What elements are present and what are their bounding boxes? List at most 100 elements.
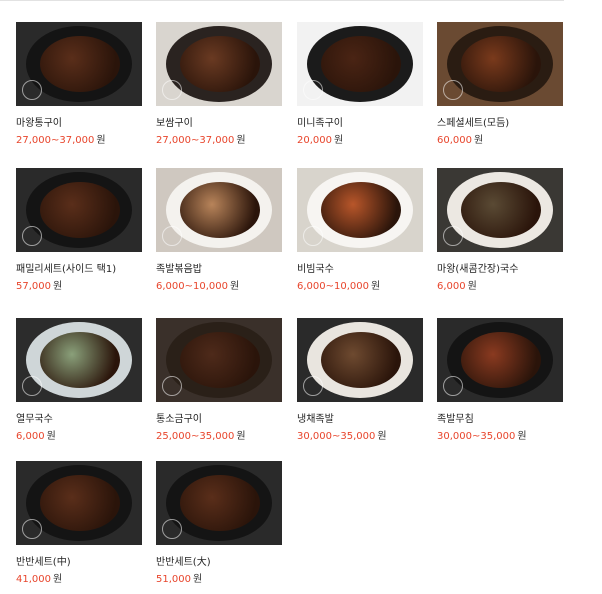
brand-stamp-icon [443,80,463,100]
menu-item-price: 6,000~10,000 원 [297,281,423,293]
price-value: 27,000~37,000 [156,135,235,146]
menu-item[interactable]: 반반세트(中) 41,000 원 [16,461,142,586]
brand-stamp-icon [443,226,463,246]
menu-item-name[interactable]: 비빔국수 [297,264,423,276]
price-value: 30,000~35,000 [297,431,376,442]
menu-item-price: 6,000 원 [16,431,142,443]
dish-food [180,332,260,388]
menu-item-name[interactable]: 반반세트(中) [16,557,142,569]
price-unit: 원 [46,431,56,442]
menu-item[interactable]: 반반세트(大) 51,000 원 [156,461,282,586]
dish-food [180,475,260,531]
menu-item-name[interactable]: 패밀리세트(사이드 택1) [16,264,142,276]
menu-item[interactable]: 스페셜세트(모듬) 60,000 원 [437,22,563,147]
menu-item-name[interactable]: 마왕통구이 [16,118,142,130]
price-unit: 원 [230,281,240,292]
menu-item[interactable]: 미니족구이 20,000 원 [297,22,423,147]
brand-stamp-icon [303,226,323,246]
price-unit: 원 [236,431,246,442]
top-divider [0,0,564,1]
menu-item-price: 30,000~35,000 원 [297,431,423,443]
dish-food [461,182,541,238]
price-value: 25,000~35,000 [156,431,235,442]
menu-item[interactable]: 열무국수 6,000 원 [16,318,142,443]
brand-stamp-icon [22,376,42,396]
price-value: 60,000 [437,135,472,146]
menu-item-name[interactable]: 스페셜세트(모듬) [437,118,563,130]
menu-item-price: 41,000 원 [16,574,142,586]
brand-stamp-icon [162,376,182,396]
menu-item-name[interactable]: 통소금구이 [156,414,282,426]
brand-stamp-icon [22,519,42,539]
menu-item-price: 6,000 원 [437,281,563,293]
menu-item[interactable]: 보쌈구이 27,000~37,000 원 [156,22,282,147]
menu-item-photo[interactable] [297,22,423,106]
price-unit: 원 [371,281,381,292]
menu-item-photo[interactable] [156,168,282,252]
brand-stamp-icon [162,80,182,100]
dish-food [461,332,541,388]
menu-item-photo[interactable] [16,461,142,545]
menu-item[interactable]: 냉채족발 30,000~35,000 원 [297,318,423,443]
price-unit: 원 [377,431,387,442]
menu-item-name[interactable]: 미니족구이 [297,118,423,130]
menu-item[interactable]: 족발볶음밥 6,000~10,000 원 [156,168,282,293]
menu-item-photo[interactable] [437,168,563,252]
dish-food [40,332,120,388]
menu-item[interactable]: 통소금구이 25,000~35,000 원 [156,318,282,443]
dish-food [180,36,260,92]
price-unit: 원 [334,135,344,146]
menu-item-photo[interactable] [16,318,142,402]
menu-item-price: 60,000 원 [437,135,563,147]
price-value: 57,000 [16,281,51,292]
menu-item[interactable]: 패밀리세트(사이드 택1) 57,000 원 [16,168,142,293]
menu-item-name[interactable]: 반반세트(大) [156,557,282,569]
price-value: 6,000~10,000 [156,281,228,292]
brand-stamp-icon [303,376,323,396]
menu-item-photo[interactable] [16,168,142,252]
menu-item-photo[interactable] [156,22,282,106]
menu-item-photo[interactable] [437,318,563,402]
menu-item-name[interactable]: 냉채족발 [297,414,423,426]
menu-item-name[interactable]: 열무국수 [16,414,142,426]
menu-item-price: 6,000~10,000 원 [156,281,282,293]
menu-item[interactable]: 족발무침 30,000~35,000 원 [437,318,563,443]
menu-item-price: 27,000~37,000 원 [16,135,142,147]
menu-item-photo[interactable] [156,318,282,402]
menu-item-photo[interactable] [297,168,423,252]
brand-stamp-icon [443,376,463,396]
menu-item-name[interactable]: 마왕(새콤간장)국수 [437,264,563,276]
menu-item-price: 57,000 원 [16,281,142,293]
menu-item-price: 30,000~35,000 원 [437,431,563,443]
price-unit: 원 [53,281,63,292]
dish-food [180,182,260,238]
menu-item-name[interactable]: 족발무침 [437,414,563,426]
brand-stamp-icon [22,226,42,246]
menu-item-name[interactable]: 보쌈구이 [156,118,282,130]
menu-item[interactable]: 마왕(새콤간장)국수 6,000 원 [437,168,563,293]
menu-item-price: 20,000 원 [297,135,423,147]
brand-stamp-icon [162,519,182,539]
dish-food [321,332,401,388]
menu-item-photo[interactable] [156,461,282,545]
price-value: 30,000~35,000 [437,431,516,442]
menu-item-photo[interactable] [16,22,142,106]
menu-item[interactable]: 비빔국수 6,000~10,000 원 [297,168,423,293]
price-value: 20,000 [297,135,332,146]
dish-food [461,36,541,92]
price-unit: 원 [517,431,527,442]
menu-item-price: 51,000 원 [156,574,282,586]
menu-item-photo[interactable] [437,22,563,106]
menu-item-name[interactable]: 족발볶음밥 [156,264,282,276]
dish-food [321,182,401,238]
menu-item-photo[interactable] [297,318,423,402]
price-unit: 원 [53,574,63,585]
price-unit: 원 [236,135,246,146]
menu-item-price: 25,000~35,000 원 [156,431,282,443]
dish-food [321,36,401,92]
price-unit: 원 [467,281,477,292]
price-value: 6,000 [16,431,45,442]
price-value: 41,000 [16,574,51,585]
brand-stamp-icon [162,226,182,246]
menu-item[interactable]: 마왕통구이 27,000~37,000 원 [16,22,142,147]
